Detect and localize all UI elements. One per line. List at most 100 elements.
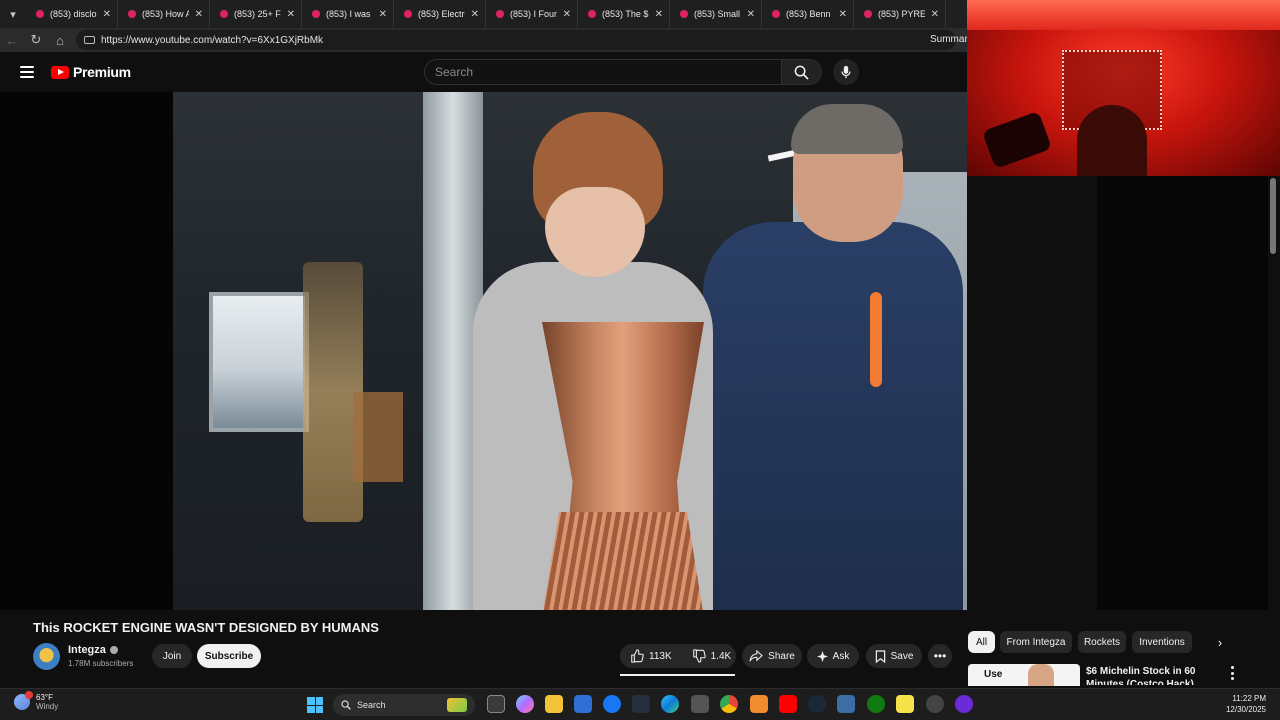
search-icon [794,65,809,80]
close-tab-icon[interactable]: ✕ [287,9,295,20]
tab-title: (853) I was right [326,9,373,19]
voice-search-button[interactable] [833,59,859,85]
youtube-favicon-icon [864,10,872,18]
more-actions-icon[interactable]: ••• [928,644,952,668]
amazon-icon[interactable] [632,695,650,713]
bookmark-icon [875,649,885,663]
save-button[interactable]: Save [866,644,922,668]
youtube-favicon-icon [220,10,228,18]
tab-title: (853) ElectroBO [418,9,465,19]
obs-icon[interactable] [926,695,944,713]
youtube-favicon-icon [128,10,136,18]
save-label: Save [890,650,914,662]
youtube-favicon-icon [496,10,504,18]
task-view-icon[interactable] [487,695,505,713]
logo-text: Premium [73,64,131,80]
chip-rockets[interactable]: Rockets [1078,631,1126,653]
browser-tab[interactable]: (853) disclosure ✕ [26,0,118,28]
close-tab-icon[interactable]: ✕ [379,9,387,20]
hamburger-menu-icon[interactable] [20,66,34,78]
url-text: https://www.youtube.com/watch?v=6Xx1GXjR… [101,34,324,46]
suggested-video-thumbnail[interactable]: Use [968,664,1080,686]
site-info-icon[interactable] [84,36,95,44]
weather-widget[interactable]: 63°F Windy [14,691,59,711]
app-circle-icon[interactable] [955,695,973,713]
home-icon[interactable]: ⌂ [48,28,72,52]
chip-inventions[interactable]: Inventions [1132,631,1192,653]
vlc-icon[interactable] [750,695,768,713]
taskbar-search[interactable]: Search [333,694,475,716]
calculator-icon[interactable] [691,695,709,713]
tab-title: (853) Benn Jord [786,9,833,19]
tab-title: (853) How AI Is [142,9,189,19]
browser-tab[interactable]: (853) ElectroBO ✕ [394,0,486,28]
summary-extension-label[interactable]: Summari [930,34,970,45]
close-tab-icon[interactable]: ✕ [195,9,203,20]
close-tab-icon[interactable]: ✕ [839,9,847,20]
app-icon[interactable] [837,695,855,713]
share-button[interactable]: Share [742,644,802,668]
steam-icon[interactable] [808,695,826,713]
microphone-icon [841,65,851,79]
dislike-button[interactable]: 1.4K [682,644,742,668]
back-arrow-icon[interactable]: ← [0,28,24,52]
youtube-premium-logo[interactable]: Premium [51,64,131,80]
channel-avatar[interactable] [33,643,60,670]
close-tab-icon[interactable]: ✕ [563,9,571,20]
browser-tab[interactable]: (853) I was right ✕ [302,0,394,28]
xbox-icon[interactable] [867,695,885,713]
suggested-video-title[interactable]: $6 Michelin Stock in 60 Minutes (Costco … [1086,665,1226,685]
sparkle-icon [816,650,828,662]
file-explorer-icon[interactable] [545,695,563,713]
system-clock[interactable]: 11:22 PM 12/30/2025 [1226,694,1266,714]
close-tab-icon[interactable]: ✕ [655,9,663,20]
sticky-notes-icon[interactable] [896,695,914,713]
chrome-icon[interactable] [720,695,738,713]
tab-title: (853) The $15 S [602,9,649,19]
chevron-right-icon[interactable]: › [1212,634,1228,650]
search-button[interactable] [782,59,822,85]
search-input[interactable] [435,65,781,79]
verified-badge-icon [109,646,118,654]
close-tab-icon[interactable]: ✕ [931,9,939,20]
youtube-favicon-icon [680,10,688,18]
weather-condition: Windy [36,702,59,711]
edge-browser-icon[interactable] [661,695,679,713]
like-button[interactable]: 113K [620,644,682,668]
tab-list-chevron-icon[interactable]: ▾ [0,0,26,28]
tab-title: (853) I Found O [510,9,557,19]
windows-start-icon[interactable] [307,697,323,713]
youtube-favicon-icon [588,10,596,18]
browser-tab[interactable]: (853) Benn Jord ✕ [762,0,854,28]
join-button[interactable]: Join [152,644,192,668]
browser-tab[interactable]: (853) PYREX vs ✕ [854,0,946,28]
chip-all[interactable]: All [968,631,995,653]
subscribe-button[interactable]: Subscribe [197,644,261,668]
kebab-menu-icon[interactable] [1228,666,1236,680]
copilot-icon[interactable] [516,695,534,713]
browser-tab[interactable]: (853) I Found O ✕ [486,0,578,28]
ask-button[interactable]: Ask [807,644,859,668]
facebook-icon[interactable] [603,695,621,713]
browser-tab[interactable]: (853) How AI Is ✕ [118,0,210,28]
url-field[interactable]: https://www.youtube.com/watch?v=6Xx1GXjR… [76,30,956,50]
scrollbar-thumb[interactable] [1270,178,1276,254]
channel-name[interactable]: Integza [68,644,118,656]
youtube-favicon-icon [404,10,412,18]
chip-from-integza[interactable]: From Integza [1000,631,1072,653]
thumbs-down-icon [692,649,706,663]
browser-tab[interactable]: (853) The $15 S ✕ [578,0,670,28]
close-tab-icon[interactable]: ✕ [747,9,755,20]
like-dislike-group: 113K 1.4K [620,644,736,668]
youtube-app-icon[interactable] [779,695,797,713]
browser-tab[interactable]: (853) 25+ Food ✕ [210,0,302,28]
close-tab-icon[interactable]: ✕ [103,9,111,20]
reload-icon[interactable]: ↻ [24,28,48,52]
clock-time: 11:22 PM [1232,694,1266,703]
video-player[interactable] [0,92,967,610]
close-tab-icon[interactable]: ✕ [471,9,479,20]
youtube-favicon-icon [312,10,320,18]
sidebar-area [1097,176,1280,610]
browser-tab[interactable]: (853) Small plus ✕ [670,0,762,28]
microsoft-store-icon[interactable] [574,695,592,713]
